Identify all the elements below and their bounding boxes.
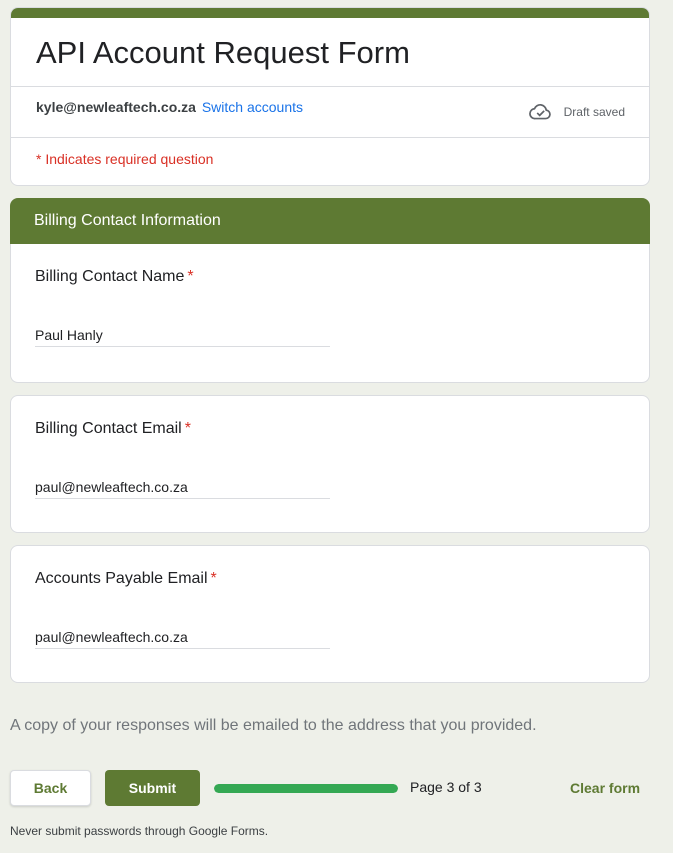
question-card: Billing Contact Email * [10,395,650,533]
clear-form-button[interactable]: Clear form [570,780,640,796]
copy-note: A copy of your responses will be emailed… [10,717,537,734]
required-mark: * [210,570,217,587]
header-divider [11,86,649,87]
accounts-payable-email-input[interactable] [35,625,330,649]
question-label: Billing Contact Email * [35,420,191,438]
question-card: Billing Contact Name * [10,244,650,383]
form-header-card: API Account Request Form kyle@newleaftec… [10,7,650,186]
form-page: API Account Request Form kyle@newleaftec… [0,0,673,853]
question-card: Accounts Payable Email * [10,545,650,683]
question-label: Accounts Payable Email * [35,570,217,588]
submit-button[interactable]: Submit [105,770,200,806]
question-title: Accounts Payable Email [35,570,208,587]
form-title: API Account Request Form [36,35,410,70]
page-indicator: Page 3 of 3 [410,779,482,795]
required-mark: * [187,268,194,285]
switch-accounts-link[interactable]: Switch accounts [202,99,303,115]
question-label: Billing Contact Name * [35,268,194,286]
header-divider-2 [11,137,649,138]
required-mark: * [184,420,191,437]
cloud-check-icon [528,104,551,120]
account-email: kyle@newleaftech.co.za [36,99,196,115]
section-header: Billing Contact Information [10,198,650,246]
billing-contact-email-input[interactable] [35,475,330,499]
header-accent-bar [11,8,649,18]
progress-bar [214,784,398,793]
draft-status: Draft saved [528,103,625,120]
required-note: * Indicates required question [36,151,214,167]
account-line: kyle@newleaftech.co.za Switch accounts [36,99,303,115]
question-title: Billing Contact Name [35,268,185,285]
back-button[interactable]: Back [10,770,91,806]
draft-status-text: Draft saved [563,104,625,119]
billing-contact-name-input[interactable] [35,323,330,347]
password-note: Never submit passwords through Google Fo… [10,824,269,838]
progress-fill [214,784,398,793]
question-title: Billing Contact Email [35,420,182,437]
